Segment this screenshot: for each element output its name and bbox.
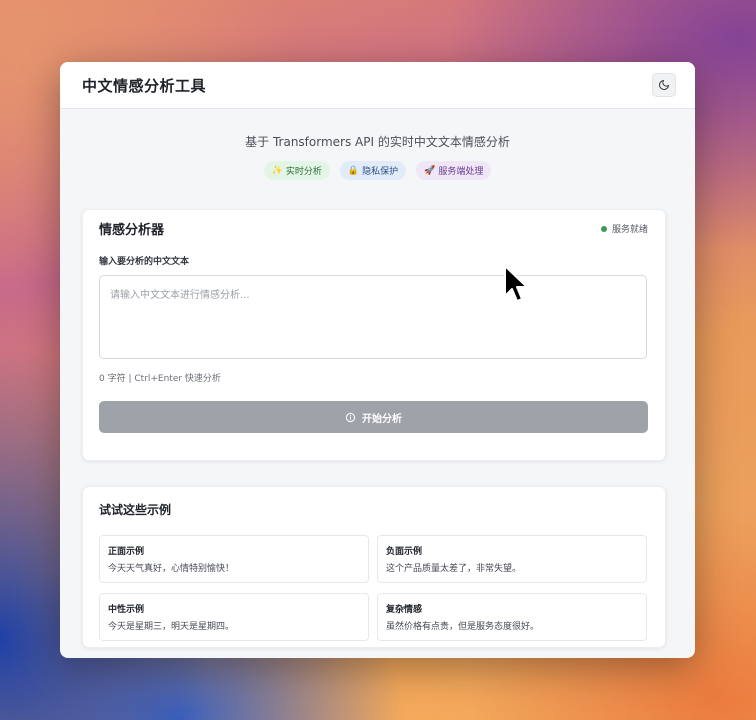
example-mixed[interactable]: 复杂情感 虽然价格有点贵，但是服务态度很好。	[377, 593, 647, 641]
status-text: 服务就绪	[611, 225, 648, 235]
sparkles-icon: ✨	[271, 165, 283, 176]
status-dot-icon	[600, 225, 607, 232]
mouse-pointer-icon	[504, 265, 528, 302]
analyzer-title: 情感分析器	[99, 223, 165, 238]
moon-icon	[659, 80, 669, 90]
feature-badges: ✨ 实时分析 🔒 隐私保护 🚀 服务端处理	[60, 161, 695, 180]
example-title: 中性示例	[108, 605, 145, 615]
example-title: 复杂情感	[386, 605, 423, 615]
analyze-button-label: 开始分析	[362, 413, 402, 425]
badge-label: 服务端处理	[438, 167, 484, 177]
analyzer-header: 情感分析器 服务就绪	[83, 210, 665, 238]
title-bar: 中文情感分析工具	[60, 62, 695, 109]
rocket-icon: 🚀	[424, 165, 436, 176]
app-window: 中文情感分析工具 基于 Transformers API 的实时中文文本情感分析…	[60, 62, 695, 658]
app-title: 中文情感分析工具	[82, 76, 207, 95]
badge-label: 隐私保护	[362, 167, 399, 177]
input-label: 输入要分析的中文文本	[99, 257, 190, 267]
examples-grid: 正面示例 今天天气真好，心情特别愉快！ 负面示例 这个产品质量太差了，非常失望。…	[99, 535, 665, 641]
analyzer-card: 情感分析器 服务就绪 输入要分析的中文文本 0 字符 | Ctrl+Enter …	[82, 209, 666, 461]
example-text: 这个产品质量太差了，非常失望。	[386, 564, 522, 574]
examples-card: 试试这些示例 正面示例 今天天气真好，心情特别愉快！ 负面示例 这个产品质量太差…	[82, 486, 666, 648]
example-text: 虽然价格有点贵，但是服务态度很好。	[386, 622, 540, 632]
example-title: 正面示例	[108, 547, 145, 557]
example-text: 今天天气真好，心情特别愉快！	[108, 564, 235, 574]
theme-toggle-button[interactable]	[652, 73, 676, 97]
example-text: 今天是星期三，明天是星期四。	[108, 622, 235, 632]
example-positive[interactable]: 正面示例 今天天气真好，心情特别愉快！	[99, 535, 369, 583]
page-subtitle: 基于 Transformers API 的实时中文文本情感分析	[245, 135, 510, 149]
badge-privacy: 🔒 隐私保护	[339, 161, 407, 180]
text-input[interactable]	[99, 275, 647, 359]
status-indicator: 服务就绪	[600, 222, 648, 235]
example-negative[interactable]: 负面示例 这个产品质量太差了，非常失望。	[377, 535, 647, 583]
example-neutral[interactable]: 中性示例 今天是星期三，明天是星期四。	[99, 593, 369, 641]
lock-icon: 🔒	[347, 165, 360, 176]
info-circle-icon	[345, 412, 356, 422]
badge-server: 🚀 服务端处理	[416, 161, 492, 180]
analyze-button[interactable]: 开始分析	[99, 401, 648, 433]
badge-realtime: ✨ 实时分析	[263, 161, 330, 180]
example-title: 负面示例	[386, 547, 423, 557]
char-count-hint: 0 字符 | Ctrl+Enter 快速分析	[99, 374, 221, 384]
examples-title: 试试这些示例	[99, 503, 172, 517]
badge-label: 实时分析	[285, 167, 322, 177]
